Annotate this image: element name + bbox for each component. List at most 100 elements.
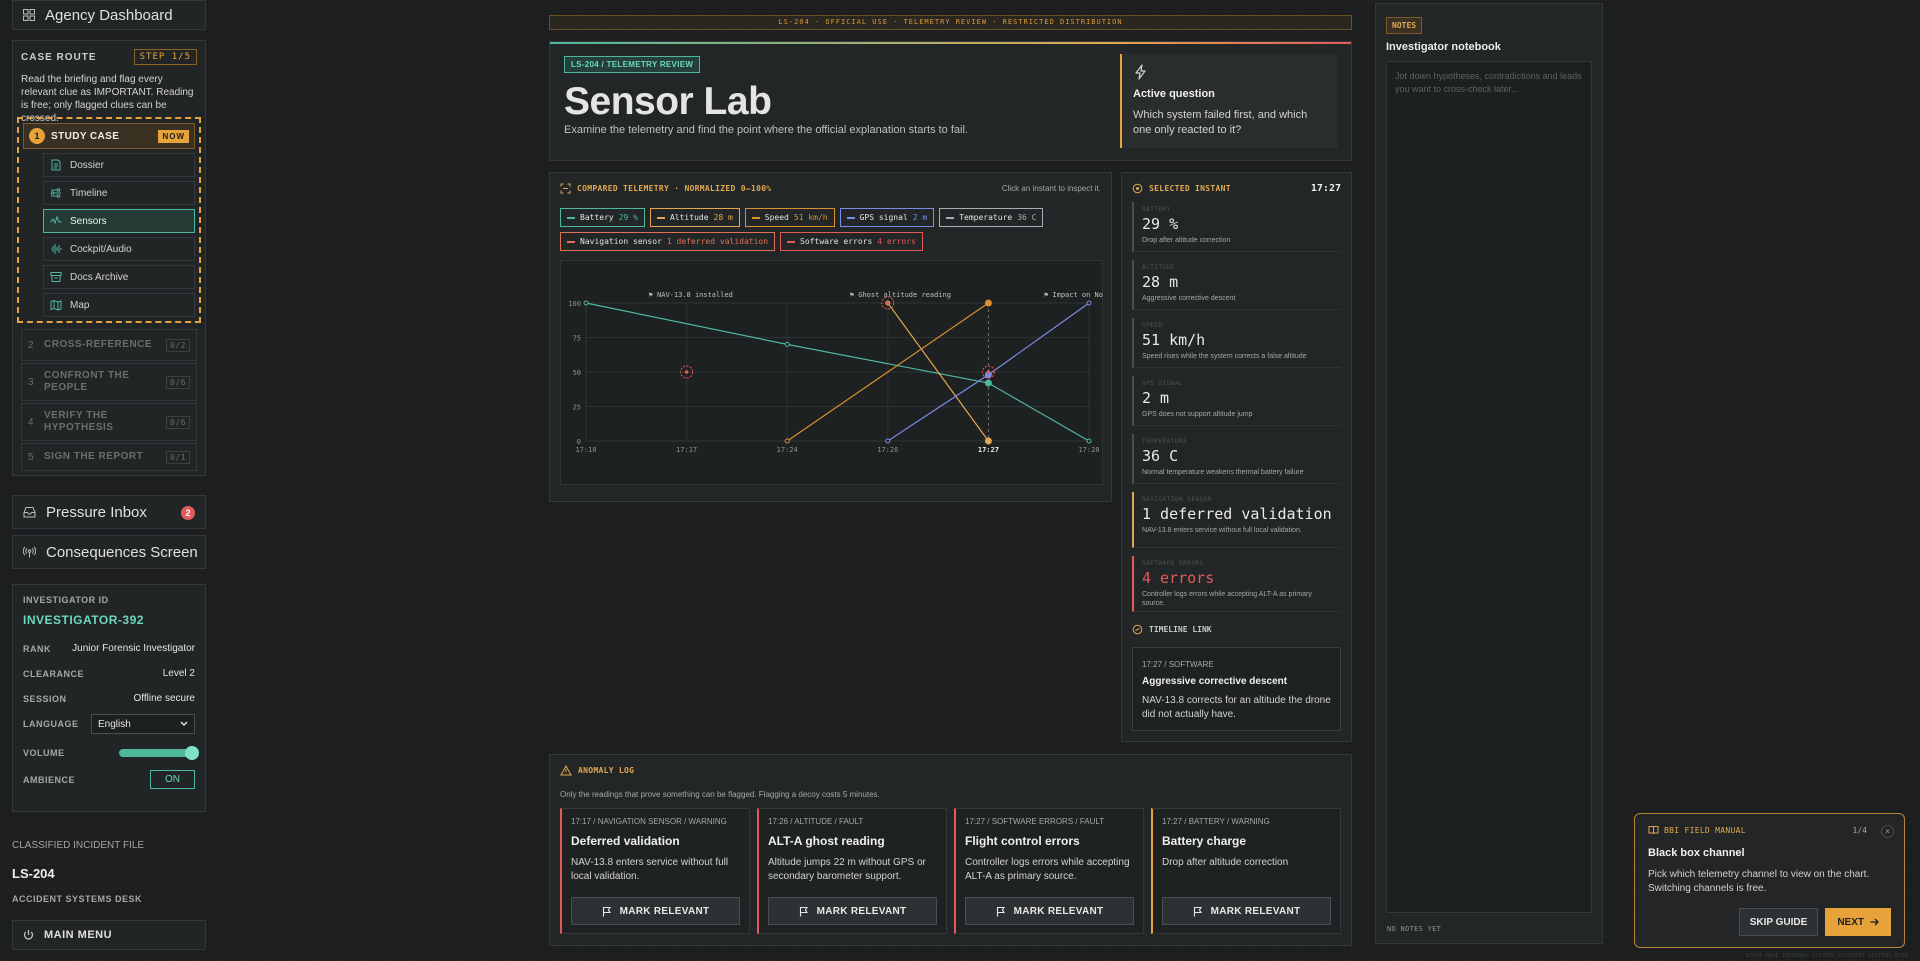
sidebar-item-map[interactable]: Map (43, 293, 195, 317)
sidebar-item-sensors[interactable]: Sensors (43, 209, 195, 233)
anomaly-cards: 17:17 / NAVIGATION SENSOR / WARNING Defer… (560, 808, 1341, 934)
error-marker-dot (986, 370, 991, 374)
volume-slider-handle[interactable] (185, 746, 199, 760)
data-point[interactable] (885, 438, 891, 444)
sidebar: Agency Dashboard CASE ROUTE STEP 1/5 Rea… (12, 0, 206, 961)
channel-chip[interactable]: Altitude 28 m (649, 208, 740, 227)
sidebar-item-docs-archive[interactable]: Docs Archive (43, 265, 195, 289)
reading-desc: Normal temperature weakens thermal batte… (1142, 469, 1304, 476)
y-tick-label: 75 (573, 335, 581, 343)
series-swatch (946, 216, 955, 219)
data-point[interactable] (784, 438, 790, 444)
sidebar-item-label: Docs Archive (70, 271, 129, 283)
channel-name: Navigation sensor (580, 237, 662, 246)
case-file-label: CLASSIFIED INCIDENT FILE (12, 840, 145, 851)
notes-textarea[interactable]: Jot down hypotheses, contradictions and … (1386, 61, 1592, 913)
channel-chip[interactable]: Navigation sensor 1 deferred validation (560, 232, 776, 251)
stage-verify-hypothesis[interactable]: 4 VERIFY THE HYPOTHESIS 0/6 (21, 403, 197, 441)
x-tick-label[interactable]: 17:17 (676, 446, 697, 454)
flag-icon (799, 906, 808, 916)
chart-hint: Click an instant to inspect it. (1001, 184, 1101, 193)
mark-relevant-label: MARK RELEVANT (816, 905, 907, 917)
sidebar-item-cockpit-audio[interactable]: Cockpit/Audio (43, 237, 195, 261)
data-point[interactable] (984, 299, 992, 307)
data-point[interactable] (1086, 438, 1092, 444)
chart-annotation: ⚑ NAV-13.8 installed (649, 291, 733, 299)
reading-desc: Speed rises while the system corrects a … (1142, 353, 1307, 360)
x-tick-label[interactable]: 17:24 (777, 446, 798, 454)
volume-slider[interactable] (119, 746, 199, 760)
chart-grid: 0 25 50 75 100 17:10 17:17 17:24 17:26 17:27 17:28 (568, 300, 1099, 454)
reading-value: 2 m (1142, 389, 1170, 407)
timeline-link-card[interactable]: 17:27 / SOFTWARE Aggressive corrective d… (1132, 647, 1341, 731)
telemetry-chart[interactable]: 0 25 50 75 100 17:10 17:17 17:24 17:26 17:27 17:28… (560, 260, 1103, 485)
mark-relevant-button[interactable]: MARK RELEVANT (965, 897, 1134, 925)
reading-desc: NAV-13.8 enters service without full loc… (1142, 527, 1302, 534)
data-point[interactable] (583, 300, 589, 306)
language-select[interactable]: English (91, 714, 195, 734)
language-selected-value: English (98, 718, 131, 730)
notes-title: Investigator notebook (1386, 41, 1501, 53)
x-tick-label[interactable]: 17:28 (1078, 446, 1099, 454)
data-point[interactable] (784, 341, 790, 347)
channel-chip[interactable]: Speed 51 km/h (744, 208, 835, 227)
channel-value: 1 deferred validation (666, 237, 769, 246)
x-tick-label[interactable]: 17:27 (978, 446, 999, 454)
stage-number: 2 (28, 339, 35, 351)
telemetry-chart-svg[interactable]: 0 25 50 75 100 17:10 17:17 17:24 17:26 17:27 17:28… (561, 261, 1104, 486)
reading-label: NAVIGATION SENSOR (1142, 496, 1212, 503)
case-route-title: CASE ROUTE (21, 51, 97, 63)
stage-cross-reference[interactable]: 2 CROSS-REFERENCE 0/2 (21, 329, 197, 361)
timeline-kicker: 17:27 / SOFTWARE (1142, 660, 1214, 669)
active-question-title: Active question (1133, 88, 1215, 100)
data-point[interactable] (984, 437, 992, 445)
next-button[interactable]: NEXT (1825, 908, 1891, 936)
data-point[interactable] (984, 379, 992, 387)
stage-sign-report[interactable]: 5 SIGN THE REPORT 0/1 (21, 443, 197, 471)
main-menu-button[interactable]: MAIN MENU (12, 920, 206, 950)
stage-title: CROSS-REFERENCE (44, 339, 153, 350)
sidebar-item-label: Cockpit/Audio (70, 243, 132, 255)
reading-software-errors: SOFTWARE ERRORS 4 errors Controller logs e… (1132, 556, 1341, 612)
series-swatch (656, 216, 665, 219)
stage-confront-people[interactable]: 3 CONFRONT THE PEOPLE 0/6 (21, 363, 197, 401)
anomaly-kicker: 17:27 / SOFTWARE ERRORS / FAULT (965, 817, 1105, 826)
sidebar-item-timeline[interactable]: Timeline (43, 181, 195, 205)
agency-dashboard-button[interactable]: Agency Dashboard (12, 0, 206, 30)
stage-title: SIGN THE REPORT (44, 451, 144, 462)
mark-relevant-label: MARK RELEVANT (619, 905, 710, 917)
channel-chip[interactable]: Software errors 4 errors (780, 232, 923, 251)
channel-chip[interactable]: Temperature 36 C (939, 208, 1044, 227)
x-tick-label[interactable]: 17:26 (877, 446, 898, 454)
channel-value: 28 m (713, 213, 733, 222)
mark-relevant-button[interactable]: MARK RELEVANT (571, 897, 740, 925)
notes-tag: NOTES (1386, 17, 1423, 34)
close-icon[interactable]: × (1881, 825, 1894, 838)
skip-guide-button[interactable]: SKIP GUIDE (1738, 908, 1819, 936)
pressure-inbox-label: Pressure Inbox (46, 503, 147, 521)
ambience-toggle[interactable]: ON (150, 770, 195, 789)
field-manual-popup: BBI FIELD MANUAL 1/4 × Black box channel… (1634, 813, 1905, 948)
chart-annotation: ⚑ Ghost altitude reading (850, 291, 951, 299)
sidebar-item-dossier[interactable]: Dossier (43, 153, 195, 177)
anomaly-title: Battery charge (1162, 834, 1247, 848)
mark-relevant-button[interactable]: MARK RELEVANT (1162, 897, 1331, 925)
data-point[interactable] (1086, 300, 1092, 306)
mark-relevant-button[interactable]: MARK RELEVANT (768, 897, 937, 925)
stage-study-case-header[interactable]: 1 STUDY CASE NOW (23, 123, 195, 149)
x-tick-label[interactable]: 17:10 (575, 446, 596, 454)
telemetry-chart-panel: COMPARED TELEMETRY · NORMALIZED 0–100% C… (549, 172, 1112, 502)
flag-icon (996, 906, 1005, 916)
pressure-inbox-button[interactable]: Pressure Inbox 2 (12, 495, 206, 529)
series-swatch (751, 216, 760, 219)
anomaly-kicker: 17:17 / NAVIGATION SENSOR / WARNING (571, 817, 727, 826)
sensors-icon (50, 215, 62, 225)
inbox-icon (23, 507, 36, 518)
channel-chip[interactable]: GPS signal 2 m (839, 208, 935, 227)
y-tick-label: 25 (573, 404, 581, 412)
notes-panel: NOTES Investigator notebook Jot down hyp… (1375, 3, 1603, 944)
channel-chip[interactable]: Battery 29 % (560, 208, 645, 227)
session-value: Offline secure (133, 693, 195, 704)
consequences-screen-button[interactable]: Consequences Screen (12, 535, 206, 569)
power-icon (23, 930, 34, 940)
